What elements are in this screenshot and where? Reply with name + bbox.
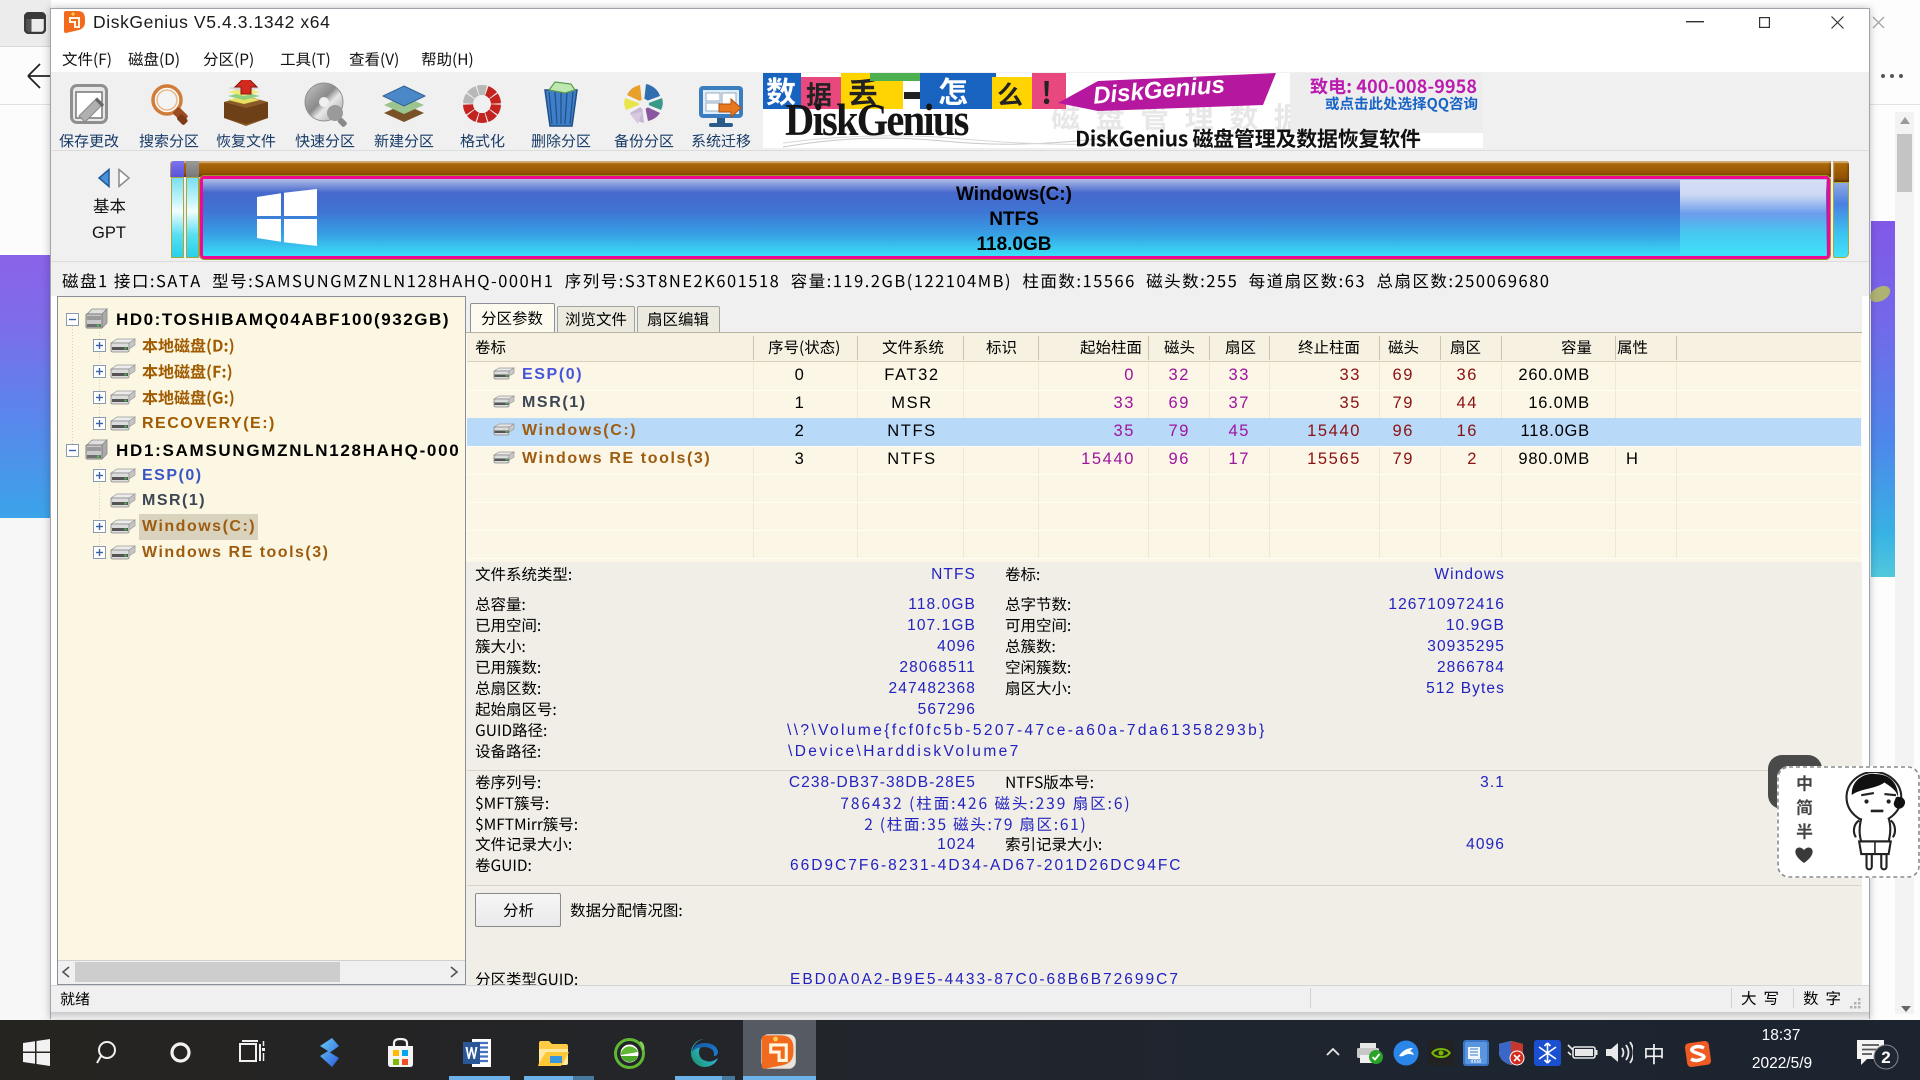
- svg-text:2: 2: [1881, 1048, 1890, 1067]
- svg-text:intel: intel: [1470, 1059, 1481, 1065]
